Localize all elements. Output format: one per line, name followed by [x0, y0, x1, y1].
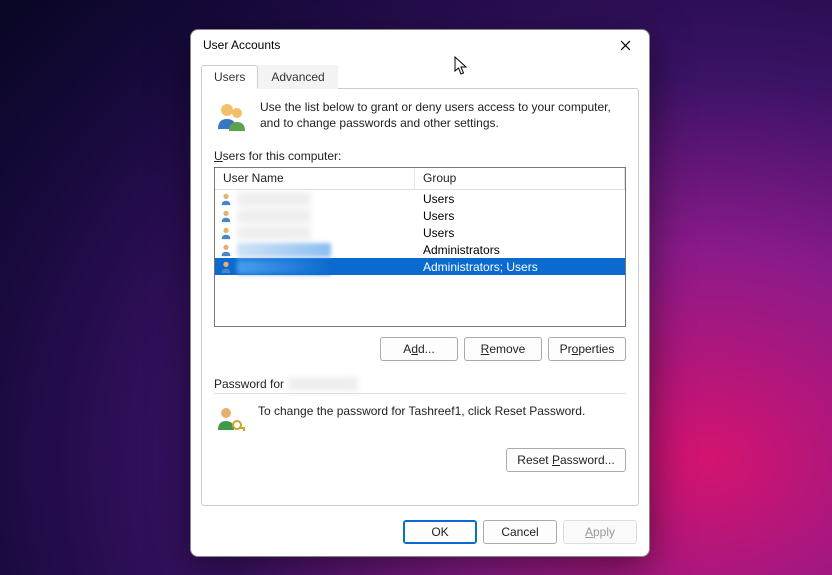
listview-header: User Name Group — [215, 168, 625, 190]
ok-button[interactable]: OK — [403, 520, 477, 544]
password-instruction-text: To change the password for Tashreef1, cl… — [258, 404, 585, 418]
users-list-label: Users for this computer: — [214, 149, 626, 163]
dialog-footer: OK Cancel Apply — [191, 514, 649, 556]
password-section-label: Password for ████ — [214, 377, 626, 394]
add-button[interactable]: Add... — [380, 337, 458, 361]
tab-strip: Users Advanced — [191, 60, 649, 88]
window-title: User Accounts — [203, 38, 609, 52]
tab-panel-users: Use the list below to grant or deny user… — [201, 88, 639, 506]
user-icon — [219, 260, 233, 274]
tab-advanced[interactable]: Advanced — [258, 65, 337, 89]
column-header-group[interactable]: Group — [415, 168, 625, 189]
password-section: Password for ████ To change the passwor — [214, 377, 626, 472]
list-button-row: Add... Remove Properties — [214, 337, 626, 361]
password-body: To change the password for Tashreef1, cl… — [214, 404, 626, 436]
user-icon — [219, 192, 233, 206]
cancel-button[interactable]: Cancel — [483, 520, 557, 544]
key-user-icon — [214, 404, 246, 436]
properties-button[interactable]: Properties — [548, 337, 626, 361]
listview-body: ████ Users ████ Users ████ Users ████ Ad… — [215, 190, 625, 275]
list-item[interactable]: ████ Administrators — [215, 241, 625, 258]
list-item[interactable]: ████ Users — [215, 207, 625, 224]
intro-row: Use the list below to grant or deny user… — [214, 99, 626, 135]
list-item[interactable]: ████ Users — [215, 224, 625, 241]
intro-text: Use the list below to grant or deny user… — [260, 99, 626, 135]
users-listview[interactable]: User Name Group ████ Users ████ Users ██… — [214, 167, 626, 327]
list-item[interactable]: ████ Administrators; Users — [215, 258, 625, 275]
users-icon — [214, 99, 250, 135]
column-header-username[interactable]: User Name — [215, 168, 415, 189]
titlebar: User Accounts — [191, 30, 649, 60]
user-icon — [219, 226, 233, 240]
user-icon — [219, 209, 233, 223]
list-item[interactable]: ████ Users — [215, 190, 625, 207]
close-icon — [620, 40, 631, 51]
user-icon — [219, 243, 233, 257]
remove-button[interactable]: Remove — [464, 337, 542, 361]
close-button[interactable] — [609, 33, 641, 57]
user-accounts-window: User Accounts Users Advanced Use th — [190, 29, 650, 557]
desktop-background: User Accounts Users Advanced Use th — [0, 0, 832, 575]
apply-button: Apply — [563, 520, 637, 544]
tab-users[interactable]: Users — [201, 65, 258, 89]
reset-password-button[interactable]: Reset Password... — [506, 448, 626, 472]
